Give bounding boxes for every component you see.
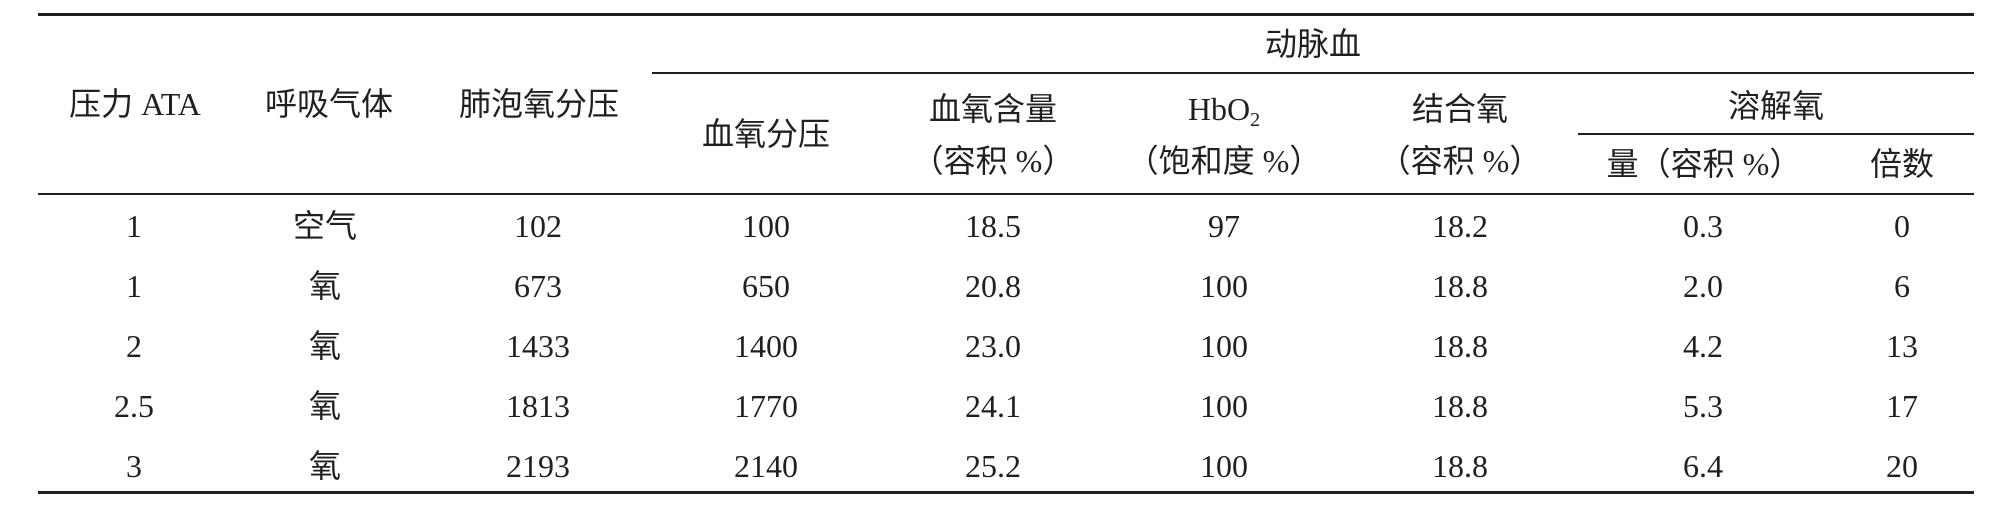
cell-hbo2: 97: [1208, 208, 1240, 244]
cell-breathing-gas: 氧: [308, 388, 341, 424]
cell-breathing-gas: 氧: [308, 328, 341, 364]
header-hbo2-l2: （饱和度 %）: [1126, 143, 1322, 179]
cell-alveolar-po2: 1813: [506, 388, 570, 424]
cell-bound-o2: 18.8: [1432, 268, 1488, 304]
cell-pressure: 2.5: [114, 388, 154, 424]
cell-blood-po2: 2140: [734, 448, 798, 484]
cell-multiple: 13: [1886, 328, 1918, 364]
cell-alveolar-po2: 2193: [506, 448, 570, 484]
cell-multiple: 20: [1886, 448, 1918, 484]
cell-multiple: 0: [1894, 208, 1910, 244]
cell-dissolved-amount: 2.0: [1683, 268, 1723, 304]
header-hbo2-l1: HbO2: [1106, 89, 1342, 131]
header-breathing-gas: 呼吸气体: [264, 86, 393, 122]
cell-alveolar-po2: 673: [514, 268, 562, 304]
cell-blood-o2-content: 24.1: [965, 388, 1021, 424]
cell-hbo2: 100: [1200, 448, 1248, 484]
table-top-rule: [38, 13, 1974, 16]
cell-blood-po2: 1770: [734, 388, 798, 424]
cell-blood-o2-content: 23.0: [965, 328, 1021, 364]
cell-alveolar-po2: 1433: [506, 328, 570, 364]
header-dissolved-amount: 量（容积 %）: [1606, 146, 1802, 182]
cell-dissolved-amount: 6.4: [1683, 448, 1723, 484]
header-bound-o2-l1: 结合氧: [1411, 91, 1508, 127]
header-hbo2-base: HbO: [1187, 91, 1251, 127]
cell-dissolved-amount: 5.3: [1683, 388, 1723, 424]
cell-multiple: 6: [1894, 268, 1910, 304]
header-dissolved-o2: 溶解氧: [1727, 88, 1824, 124]
cell-blood-o2-content: 20.8: [965, 268, 1021, 304]
cell-alveolar-po2: 102: [514, 208, 562, 244]
cell-hbo2: 100: [1200, 328, 1248, 364]
cell-bound-o2: 18.8: [1432, 448, 1488, 484]
header-blood-po2: 血氧分压: [701, 116, 830, 152]
cell-pressure: 1: [126, 268, 142, 304]
header-bound-o2-l2: （容积 %）: [1378, 143, 1542, 179]
cell-blood-o2-content: 18.5: [965, 208, 1021, 244]
cell-pressure: 3: [126, 448, 142, 484]
header-hbo2-sub: 2: [1250, 109, 1261, 131]
cell-multiple: 17: [1886, 388, 1918, 424]
header-pressure: 压力 ATA: [69, 86, 201, 122]
cell-blood-po2: 1400: [734, 328, 798, 364]
cell-bound-o2: 18.8: [1432, 388, 1488, 424]
cell-breathing-gas: 氧: [308, 268, 341, 304]
cell-hbo2: 100: [1200, 388, 1248, 424]
cell-pressure: 2: [126, 328, 142, 364]
cell-blood-po2: 650: [742, 268, 790, 304]
header-arterial-blood: 动脉血: [1264, 26, 1361, 62]
header-blood-o2-content-l2: （容积 %）: [911, 143, 1075, 179]
cell-blood-po2: 100: [742, 208, 790, 244]
cell-dissolved-amount: 0.3: [1683, 208, 1723, 244]
header-multiple: 倍数: [1869, 146, 1934, 182]
cell-bound-o2: 18.8: [1432, 328, 1488, 364]
cell-hbo2: 100: [1200, 268, 1248, 304]
table-bottom-rule: [38, 491, 1974, 494]
header-alveolar-po2: 肺泡氧分压: [458, 86, 619, 122]
cell-bound-o2: 18.2: [1432, 208, 1488, 244]
dissolved-group-rule: [1578, 133, 1974, 135]
cell-pressure: 1: [126, 208, 142, 244]
cell-breathing-gas: 空气: [292, 208, 357, 244]
header-bottom-rule: [38, 193, 1974, 195]
cell-dissolved-amount: 4.2: [1683, 328, 1723, 364]
arterial-group-rule: [652, 72, 1974, 74]
header-blood-o2-content-l1: 血氧含量: [928, 91, 1057, 127]
cell-breathing-gas: 氧: [308, 448, 341, 484]
cell-blood-o2-content: 25.2: [965, 448, 1021, 484]
